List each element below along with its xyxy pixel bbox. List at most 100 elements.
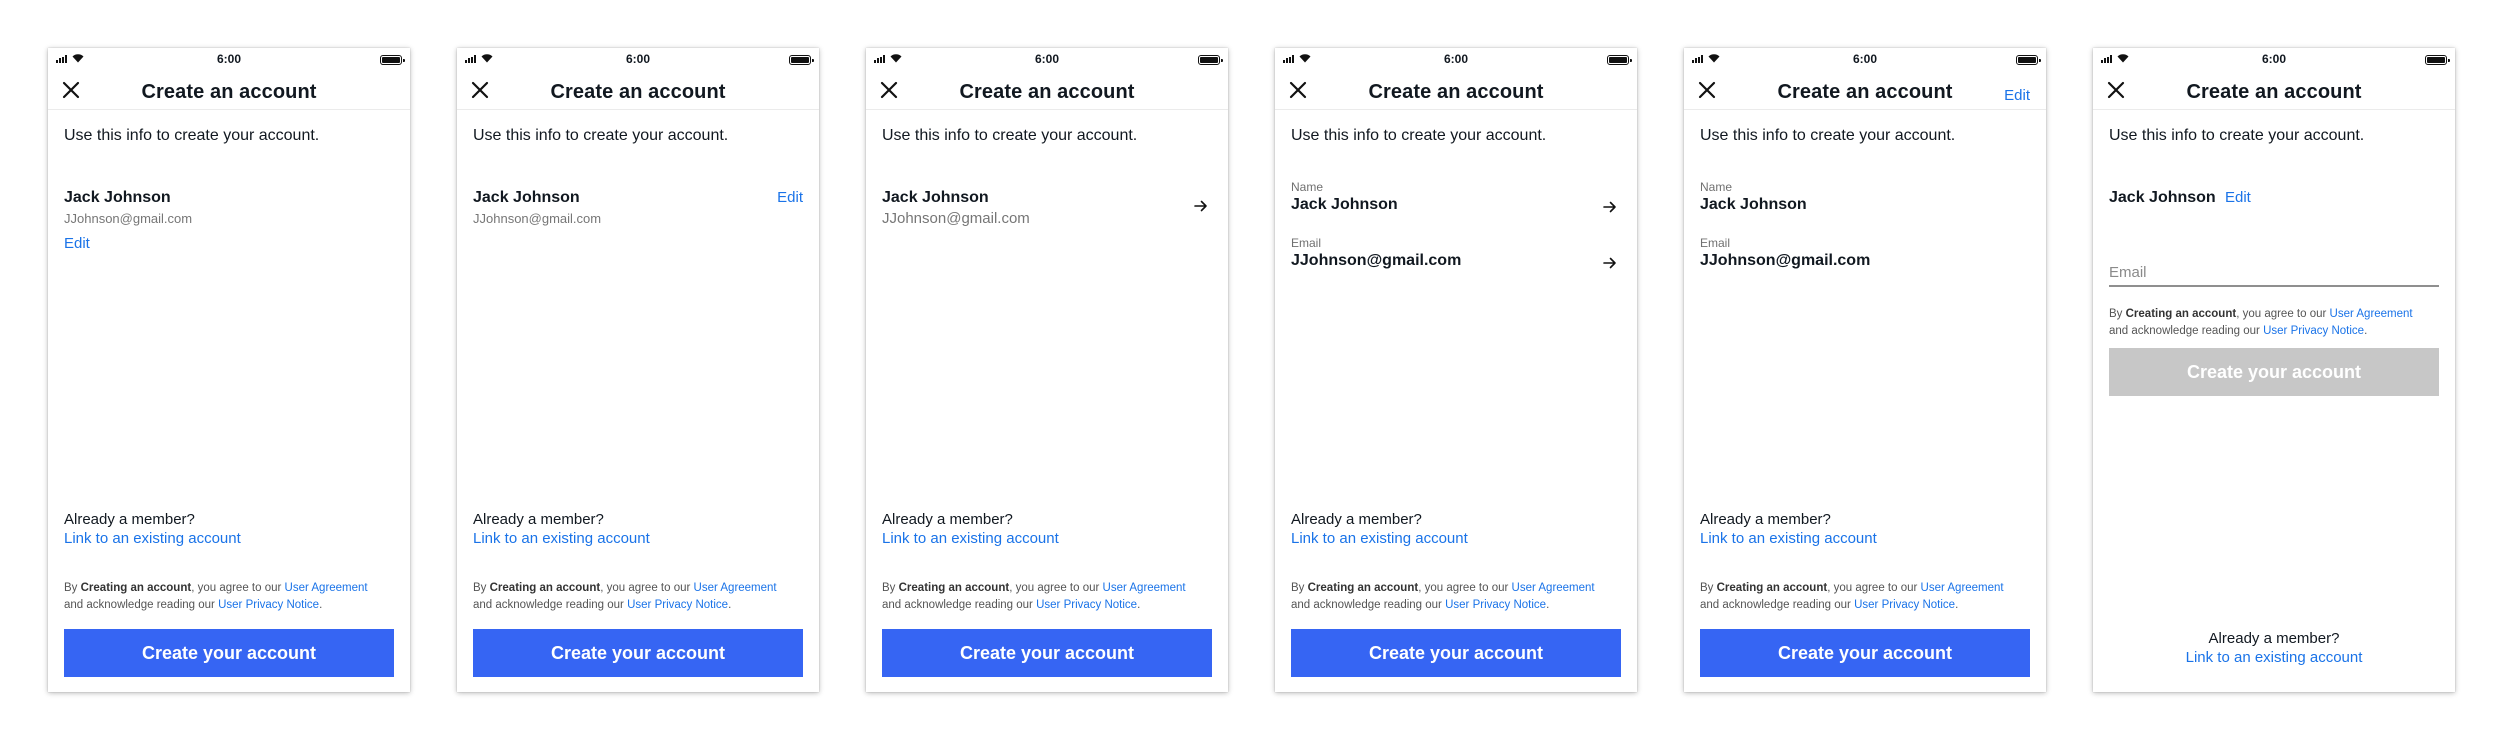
legal-creating: Creating an account: [80, 582, 192, 594]
email-field-label: Email: [1291, 236, 1322, 250]
already-member-section: Already a member? Link to an existing ac…: [1291, 510, 1468, 548]
battery-icon: [1607, 55, 1632, 65]
already-member-prompt: Already a member?: [2208, 630, 2340, 647]
page-title: Create an account: [2186, 81, 2362, 103]
header: Create an account: [1275, 70, 1637, 110]
edit-link[interactable]: Edit: [2225, 189, 2251, 206]
intro-text: Use this info to create your account.: [1291, 127, 1547, 144]
create-account-button-disabled[interactable]: Create your account: [2109, 348, 2439, 396]
arrow-right-icon[interactable]: [1603, 257, 1617, 269]
user-agreement-link[interactable]: User Agreement: [1512, 582, 1595, 594]
arrow-right-icon[interactable]: [1603, 201, 1617, 213]
user-name: Jack Johnson: [1700, 196, 1807, 213]
legal-acknowledge: and acknowledge reading our: [473, 599, 628, 611]
legal-agree: , you agree to our: [191, 582, 285, 594]
page-title: Create an account: [1368, 81, 1544, 103]
legal-period: .: [1955, 599, 1959, 611]
create-account-button[interactable]: Create your account: [64, 629, 394, 677]
legal-text: By Creating an account, you agree to our…: [2109, 306, 2413, 340]
page-title: Create an account: [1777, 81, 1953, 103]
intro-text: Use this info to create your account.: [1700, 127, 1956, 144]
legal-text: By Creating an account, you agree to our…: [1291, 580, 1595, 614]
screen-variant-4: 6:00 Create an account Use this info to …: [1275, 48, 1637, 692]
link-existing-account[interactable]: Link to an existing account: [2093, 648, 2455, 667]
header: Create an account: [457, 70, 819, 110]
create-account-button[interactable]: Create your account: [1291, 629, 1621, 677]
user-agreement-link[interactable]: User Agreement: [285, 582, 368, 594]
link-existing-account[interactable]: Link to an existing account: [1700, 529, 1877, 548]
legal-creating: Creating an account: [898, 582, 1010, 594]
legal-agree: , you agree to our: [2236, 308, 2330, 320]
link-existing-account[interactable]: Link to an existing account: [882, 529, 1059, 548]
user-email: JJohnson@gmail.com: [1291, 252, 1462, 269]
user-name: Jack Johnson: [473, 189, 580, 206]
header-edit-button[interactable]: Edit: [2004, 87, 2030, 104]
header: Create an account: [866, 70, 1228, 110]
battery-icon: [789, 55, 814, 65]
privacy-notice-link[interactable]: User Privacy Notice: [2263, 325, 2364, 337]
privacy-notice-link[interactable]: User Privacy Notice: [1854, 599, 1955, 611]
create-account-button[interactable]: Create your account: [473, 629, 803, 677]
status-bar: 6:00: [1684, 48, 2046, 70]
legal-period: .: [2364, 325, 2368, 337]
legal-period: .: [319, 599, 323, 611]
legal-text: By Creating an account, you agree to our…: [64, 580, 368, 614]
screen-variant-5: 6:00 Create an account Edit Use this inf…: [1684, 48, 2046, 692]
status-time: 6:00: [216, 52, 242, 66]
legal-acknowledge: and acknowledge reading our: [882, 599, 1037, 611]
status-time: 6:00: [1852, 52, 1878, 66]
legal-creating: Creating an account: [489, 582, 601, 594]
legal-acknowledge: and acknowledge reading our: [1700, 599, 1855, 611]
create-account-button[interactable]: Create your account: [882, 629, 1212, 677]
already-member-section: Already a member? Link to an existing ac…: [64, 510, 241, 548]
link-existing-account[interactable]: Link to an existing account: [473, 529, 650, 548]
legal-agree: , you agree to our: [1827, 582, 1921, 594]
already-member-section: Already a member? Link to an existing ac…: [473, 510, 650, 548]
status-bar: 6:00: [48, 48, 410, 70]
screen-variant-3: 6:00 Create an account Use this info to …: [866, 48, 1228, 692]
email-input[interactable]: [2109, 259, 2439, 287]
privacy-notice-link[interactable]: User Privacy Notice: [1445, 599, 1546, 611]
legal-creating: Creating an account: [1307, 582, 1419, 594]
intro-text: Use this info to create your account.: [882, 127, 1138, 144]
edit-link[interactable]: Edit: [777, 189, 803, 206]
header: Create an account Edit: [1684, 70, 2046, 110]
user-email: JJohnson@gmail.com: [1700, 252, 1871, 269]
user-agreement-link[interactable]: User Agreement: [2330, 308, 2413, 320]
link-existing-account[interactable]: Link to an existing account: [1291, 529, 1468, 548]
legal-creating: Creating an account: [2125, 308, 2237, 320]
legal-agree: , you agree to our: [1009, 582, 1103, 594]
legal-creating: Creating an account: [1716, 582, 1828, 594]
user-agreement-link[interactable]: User Agreement: [694, 582, 777, 594]
legal-by: By: [882, 582, 899, 594]
screen-variant-6: 6:00 Create an account Use this info to …: [2093, 48, 2455, 692]
create-account-button[interactable]: Create your account: [1700, 629, 2030, 677]
arrow-right-icon[interactable]: [1194, 200, 1208, 212]
page-title: Create an account: [959, 81, 1135, 103]
name-field-label: Name: [1291, 180, 1324, 194]
legal-acknowledge: and acknowledge reading our: [2109, 325, 2264, 337]
status-bar: 6:00: [866, 48, 1228, 70]
already-member-section: Already a member? Link to an existing ac…: [882, 510, 1059, 548]
legal-period: .: [1137, 599, 1141, 611]
legal-text: By Creating an account, you agree to our…: [1700, 580, 2004, 614]
privacy-notice-link[interactable]: User Privacy Notice: [627, 599, 728, 611]
user-agreement-link[interactable]: User Agreement: [1103, 582, 1186, 594]
user-agreement-link[interactable]: User Agreement: [1921, 582, 2004, 594]
status-bar: 6:00: [2093, 48, 2455, 70]
email-field-label: Email: [1700, 236, 1731, 250]
user-email: JJohnson@gmail.com: [882, 210, 1030, 227]
privacy-notice-link[interactable]: User Privacy Notice: [218, 599, 319, 611]
link-existing-account[interactable]: Link to an existing account: [64, 529, 241, 548]
edit-link[interactable]: Edit: [64, 235, 90, 252]
status-bar: 6:00: [1275, 48, 1637, 70]
already-member-prompt: Already a member?: [1700, 511, 1831, 528]
intro-text: Use this info to create your account.: [473, 127, 729, 144]
legal-acknowledge: and acknowledge reading our: [64, 599, 219, 611]
legal-text: By Creating an account, you agree to our…: [473, 580, 777, 614]
page-title: Create an account: [550, 81, 726, 103]
already-member-prompt: Already a member?: [473, 511, 604, 528]
privacy-notice-link[interactable]: User Privacy Notice: [1036, 599, 1137, 611]
user-name: Jack Johnson: [2109, 189, 2216, 206]
status-time: 6:00: [1034, 52, 1060, 66]
